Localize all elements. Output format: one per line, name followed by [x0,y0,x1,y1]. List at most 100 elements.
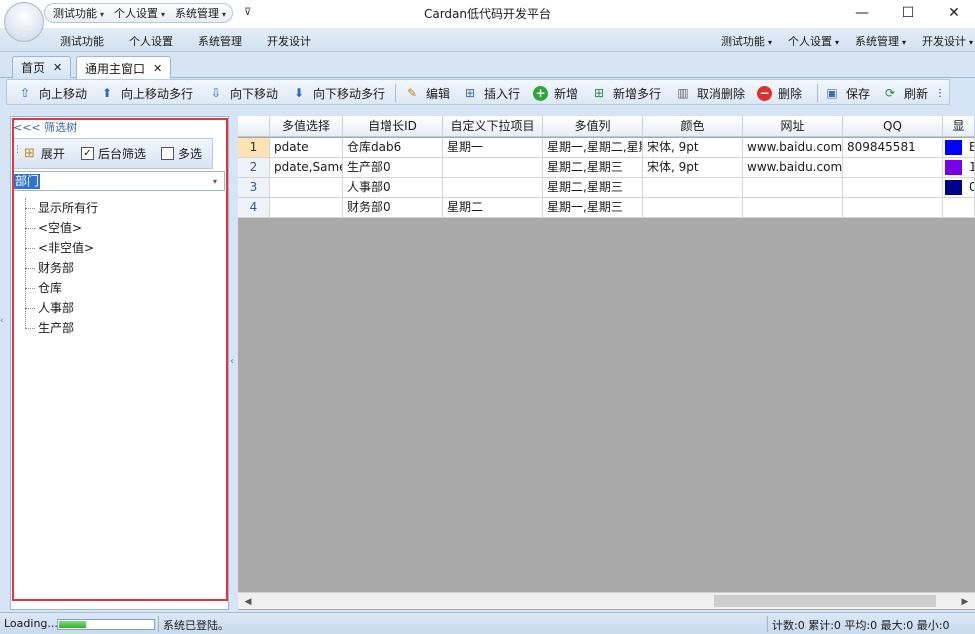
move-down-multi-button[interactable]: ⬇ 向下移动多行 [291,83,385,103]
cell[interactable] [743,178,843,198]
close-icon[interactable]: ✕ [53,61,62,74]
row-number[interactable]: 3 [238,178,270,198]
cell[interactable]: 宋体, 9pt [643,158,743,178]
cell[interactable] [270,178,343,198]
add-multi-button[interactable]: ⊞ 新增多行 [591,83,661,103]
cell[interactable]: 人事部0 [343,178,443,198]
cell[interactable]: 财务部0 [343,198,443,218]
add-button[interactable]: + 新增 [533,83,578,103]
column-header[interactable]: 颜色 [643,116,743,137]
cell[interactable] [843,158,943,178]
delete-button[interactable]: − 删除 [757,83,802,103]
cell[interactable] [843,178,943,198]
qat-item-personal[interactable]: 个人设置 ▾ [114,5,165,21]
qat-item-test[interactable]: 测试功能 ▾ [53,5,104,21]
cell[interactable] [443,158,543,178]
filter-tree-header[interactable]: <<< 筛选树 [13,119,77,135]
row-number[interactable]: 2 [238,158,270,178]
menu-system[interactable]: 系统管理 [198,33,242,49]
toolbar-overflow-icon[interactable]: ⋮ [935,83,945,103]
cell[interactable] [843,198,943,218]
cell[interactable]: 星期二 [443,198,543,218]
column-header[interactable]: QQ [843,116,943,137]
column-header[interactable]: 自增长ID [343,116,443,137]
backend-filter-checkbox[interactable]: ✓ 后台筛选 [81,145,146,162]
column-header[interactable]: 自定义下拉项目 [443,116,543,137]
column-header[interactable]: 显 [943,116,975,137]
chevron-down-icon[interactable]: ▾ [206,172,224,190]
scroll-right-icon[interactable]: ▶ [957,594,973,609]
cell[interactable]: 星期一,星期二,星期 [543,138,643,158]
cell[interactable]: pdate [270,138,343,158]
menu-right-personal[interactable]: 个人设置 ▾ [780,33,839,49]
cell[interactable]: pdate,Same [270,158,343,178]
menu-right-test[interactable]: 测试功能 ▾ [713,33,772,49]
table-row[interactable]: 3 人事部0 星期二,星期三 0 [238,178,975,198]
horizontal-scrollbar[interactable]: ◀ ▶ [238,592,975,609]
row-number[interactable]: 4 [238,198,270,218]
cell[interactable]: 星期一,星期三 [543,198,643,218]
cell[interactable]: 生产部0 [343,158,443,178]
collapse-left-icon[interactable]: ‹ [0,316,4,326]
filter-field-select[interactable]: 部门 ▾ [12,171,225,191]
tab-main-window[interactable]: 通用主窗口 ✕ [76,56,172,79]
color-cell[interactable]: 1 [943,158,975,178]
color-cell[interactable]: B [943,138,975,158]
menu-right-system[interactable]: 系统管理 ▾ [847,33,906,49]
color-cell[interactable] [943,198,975,218]
column-header[interactable]: 网址 [743,116,843,137]
cell[interactable]: 宋体, 9pt [643,138,743,158]
move-up-button[interactable]: ⇧ 向上移动 [17,83,87,103]
move-down-button[interactable]: ⇩ 向下移动 [208,83,278,103]
table-row[interactable]: 2 pdate,Same 生产部0 星期二,星期三 宋体, 9pt www.ba… [238,158,975,178]
cell[interactable] [743,198,843,218]
move-up-multi-button[interactable]: ⬆ 向上移动多行 [99,83,193,103]
column-header[interactable]: 多值选择 [270,116,343,137]
refresh-button[interactable]: ⟳ 刷新 [882,83,928,103]
tree-item-production[interactable]: 生产部 [22,318,98,338]
expand-button[interactable]: ⊞ 展开 [24,145,65,162]
row-number[interactable]: 1 [238,138,270,158]
menu-dev[interactable]: 开发设计 [267,33,311,49]
table-row[interactable]: 4 财务部0 星期二 星期一,星期三 [238,198,975,218]
tree-item-not-null[interactable]: <非空值> [22,238,98,258]
tab-home[interactable]: 首页 ✕ [12,56,72,78]
panel-splitter[interactable]: ‹ [229,116,237,610]
cell[interactable] [643,178,743,198]
edit-button[interactable]: ✎ 编辑 [404,83,450,103]
insert-row-button[interactable]: ⊞ 插入行 [462,83,520,103]
cell[interactable] [270,198,343,218]
table-row[interactable]: 1 pdate 仓库dab6 星期一 星期一,星期二,星期 宋体, 9pt ww… [238,138,975,158]
multi-select-checkbox[interactable]: 多选 [161,145,202,162]
save-icon: ▣ [826,86,838,100]
save-button[interactable]: ▣ 保存 [824,83,870,103]
cell[interactable]: 809845581 [843,138,943,158]
qat-item-system[interactable]: 系统管理 ▾ [175,5,226,21]
tree-item-warehouse[interactable]: 仓库 [22,278,98,298]
cell[interactable]: 星期一 [443,138,543,158]
tree-item-hr[interactable]: 人事部 [22,298,98,318]
menu-right-dev[interactable]: 开发设计 ▾ [914,33,973,49]
app-menu-orb[interactable] [4,2,44,42]
scroll-left-icon[interactable]: ◀ [240,594,256,609]
tree-item-null[interactable]: <空值> [22,218,98,238]
minimize-button[interactable]: — [845,2,879,24]
scrollbar-thumb[interactable] [714,595,936,607]
cell[interactable]: www.baidu.com [743,138,843,158]
cell[interactable]: www.baidu.com [743,158,843,178]
maximize-button[interactable]: ☐ [891,2,925,24]
cell[interactable]: 仓库dab6 [343,138,443,158]
cancel-delete-button[interactable]: ▥ 取消删除 [675,83,745,103]
menu-test[interactable]: 测试功能 [60,33,104,49]
tree-item-finance[interactable]: 财务部 [22,258,98,278]
color-cell[interactable]: 0 [943,178,975,198]
close-icon[interactable]: ✕ [153,62,162,75]
tree-item-all-rows[interactable]: 显示所有行 [22,198,98,218]
cell[interactable]: 星期二,星期三 [543,158,643,178]
column-header[interactable]: 多值列 [543,116,643,137]
cell[interactable] [643,198,743,218]
close-button[interactable]: ✕ [937,2,971,24]
cell[interactable] [443,178,543,198]
cell[interactable]: 星期二,星期三 [543,178,643,198]
menu-personal[interactable]: 个人设置 [129,33,173,49]
